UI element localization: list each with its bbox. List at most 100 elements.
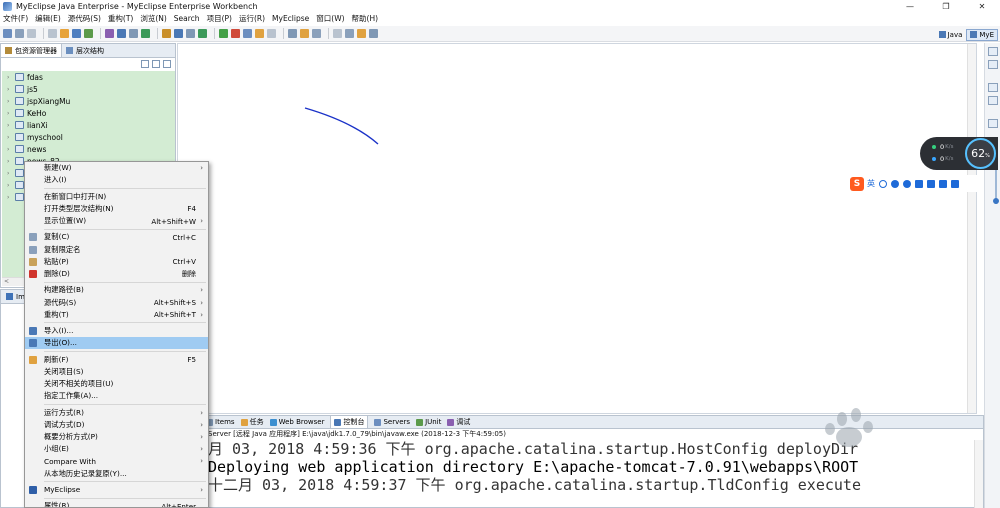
emoji-icon[interactable] <box>891 179 899 188</box>
memory-usage-gauge[interactable]: 62% <box>965 138 996 169</box>
keyboard-icon[interactable] <box>915 179 923 188</box>
toolbox-icon[interactable] <box>927 179 935 188</box>
minimized-view-icon[interactable] <box>987 47 998 56</box>
scroll-left-arrow-icon[interactable]: < <box>4 278 9 285</box>
project-tree-item[interactable]: › lianXi <box>2 119 175 131</box>
network-speed-widget[interactable]: 0 K/s 0 K/s 62% <box>920 137 998 170</box>
project-tree-item[interactable]: › jspXiangMu <box>2 95 175 107</box>
console-tab[interactable]: JUnit <box>416 418 441 426</box>
console-tab[interactable]: Items <box>206 418 235 426</box>
menu-item[interactable]: 文件(F) <box>3 13 28 24</box>
context-menu-item[interactable]: 显示位置(W) Alt+Shift+W › <box>25 215 208 227</box>
toolbar-button-icon[interactable] <box>357 29 366 38</box>
menu-item[interactable]: 项目(P) <box>207 13 232 24</box>
side-slider[interactable] <box>993 170 999 204</box>
editor-area[interactable] <box>177 43 977 414</box>
context-menu-item[interactable]: 重构(T) Alt+Shift+T › <box>25 309 208 321</box>
toolbar-button-icon[interactable] <box>369 29 378 38</box>
toolbar-button-icon[interactable] <box>27 29 36 38</box>
context-menu-item[interactable]: 复制限定名 <box>25 244 208 256</box>
minimized-view-icon[interactable] <box>987 119 998 128</box>
toolbar-button-icon[interactable] <box>186 29 195 38</box>
tab-package-explorer[interactable]: 包资源管理器 <box>1 44 62 57</box>
expand-arrow-icon[interactable]: › <box>7 98 15 105</box>
voice-icon[interactable] <box>903 179 911 188</box>
link-with-editor-icon[interactable] <box>152 60 160 68</box>
toolbar-button-icon[interactable] <box>198 29 207 38</box>
context-menu-item[interactable]: MyEclipse › <box>25 484 208 496</box>
project-tree-item[interactable]: › KeHo <box>2 107 175 119</box>
context-menu-item[interactable]: 刷新(F) F5 <box>25 354 208 366</box>
sogou-logo-icon[interactable]: S <box>850 176 864 191</box>
menu-item[interactable]: 源代码(S) <box>68 13 101 24</box>
project-tree-item[interactable]: › js5 <box>2 83 175 95</box>
console-tab[interactable]: 任务 <box>240 417 264 427</box>
menu-item[interactable]: 浏览(N) <box>140 13 166 24</box>
context-menu-item[interactable]: 导出(O)... <box>25 337 208 350</box>
toolbar-button-icon[interactable] <box>129 29 138 38</box>
ime-mode-toggle[interactable]: 英 <box>867 178 875 189</box>
context-menu-item[interactable]: 概要分析方式(P) › <box>25 431 208 443</box>
toolbar-button-icon[interactable] <box>255 29 264 38</box>
context-menu-item[interactable]: 复制(C) Ctrl+C <box>25 231 208 243</box>
toolbar-button-icon[interactable] <box>231 29 240 38</box>
context-menu-item[interactable]: 新建(W) › <box>25 162 208 174</box>
toolbar-button-icon[interactable] <box>300 29 309 38</box>
context-menu-item[interactable]: 小组(E) › <box>25 443 208 455</box>
expand-arrow-icon[interactable]: › <box>7 134 15 141</box>
expand-arrow-icon[interactable]: › <box>7 86 15 93</box>
context-menu-item[interactable]: 源代码(S) Alt+Shift+S › <box>25 296 208 308</box>
minimized-view-icon[interactable] <box>987 60 998 69</box>
menu-item[interactable]: MyEclipse <box>272 14 309 23</box>
menu-item[interactable]: 重构(T) <box>108 13 133 24</box>
context-menu-item[interactable]: 打开类型层次结构(N) F4 <box>25 203 208 215</box>
toolbar-button-icon[interactable] <box>15 29 24 38</box>
toolbar-button-icon[interactable] <box>288 29 297 38</box>
minimize-button[interactable]: — <box>892 0 928 12</box>
toolbar-button-icon[interactable] <box>84 29 93 38</box>
project-tree-item[interactable]: › news <box>2 143 175 155</box>
tab-hierarchy[interactable]: 层次结构 <box>62 44 108 57</box>
toolbar-button-icon[interactable] <box>243 29 252 38</box>
toolbar-button-icon[interactable] <box>162 29 171 38</box>
context-menu-item[interactable]: Compare With › <box>25 455 208 467</box>
expand-arrow-icon[interactable]: › <box>7 170 15 177</box>
context-menu-item[interactable]: 属性(R) Alt+Enter <box>25 500 208 507</box>
toolbar-button-icon[interactable] <box>312 29 321 38</box>
toolbar-button-icon[interactable] <box>3 29 12 38</box>
project-tree-item[interactable]: › myschool <box>2 131 175 143</box>
toolbar-button-icon[interactable] <box>60 29 69 38</box>
console-tab[interactable]: 调试 <box>447 417 470 427</box>
menu-item[interactable]: 帮助(H) <box>352 13 379 24</box>
context-menu-item[interactable]: 进入(I) <box>25 174 208 186</box>
toolbar-button-icon[interactable] <box>219 29 228 38</box>
minimized-view-icon[interactable] <box>987 83 998 92</box>
editor-vertical-scrollbar[interactable] <box>967 44 976 413</box>
punctuation-icon[interactable] <box>879 179 887 188</box>
expand-arrow-icon[interactable]: › <box>7 146 15 153</box>
context-menu-item[interactable]: 构建路径(B) › <box>25 284 208 296</box>
context-menu-item[interactable]: 关闭项目(S) <box>25 366 208 378</box>
context-menu-item[interactable]: 指定工作集(A)... <box>25 390 208 402</box>
toolbar-button-icon[interactable] <box>141 29 150 38</box>
console-vertical-scrollbar[interactable] <box>974 440 983 508</box>
menu-item[interactable]: 编辑(E) <box>35 13 61 24</box>
console-tab[interactable]: Web Browser <box>269 418 324 426</box>
perspective-java[interactable]: Java <box>935 29 967 41</box>
context-menu-item[interactable]: 导入(I)... <box>25 325 208 337</box>
collapse-all-icon[interactable] <box>141 60 149 68</box>
context-menu-item[interactable]: 从本地历史记录复原(Y)... <box>25 467 208 479</box>
slider-knob[interactable] <box>993 198 999 204</box>
menu-item[interactable]: 窗口(W) <box>316 13 344 24</box>
restore-button[interactable]: ❐ <box>928 0 964 12</box>
toolbar-button-icon[interactable] <box>174 29 183 38</box>
toolbar-button-icon[interactable] <box>48 29 57 38</box>
context-menu-item[interactable]: 关闭不相关的项目(U) <box>25 378 208 390</box>
project-tree-item[interactable]: › fdas <box>2 71 175 83</box>
toolbar-button-icon[interactable] <box>333 29 342 38</box>
skin-icon[interactable] <box>939 179 947 188</box>
expand-arrow-icon[interactable]: › <box>7 122 15 129</box>
toolbar-button-icon[interactable] <box>117 29 126 38</box>
context-menu-item[interactable]: 在新窗口中打开(N) <box>25 191 208 203</box>
context-menu-item[interactable]: 运行方式(R) › <box>25 407 208 419</box>
